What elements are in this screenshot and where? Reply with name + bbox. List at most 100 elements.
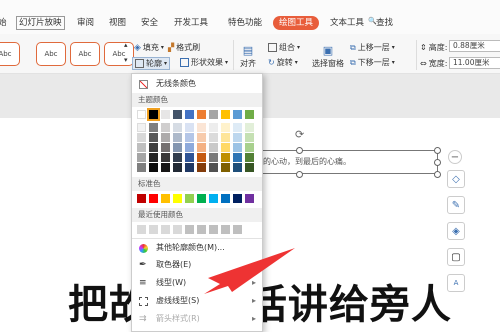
tab-5[interactable]: 开发工具 [174, 16, 208, 30]
theme-color-shade-swatch[interactable] [173, 153, 182, 162]
theme-color-shade-swatch[interactable] [245, 143, 254, 152]
theme-color-shade-swatch[interactable] [173, 143, 182, 152]
resize-handle[interactable] [434, 159, 441, 166]
rotate-button[interactable]: ↻ 旋转 ▾ [268, 57, 298, 68]
theme-color-shade-swatch[interactable] [221, 153, 230, 162]
tab-0[interactable]: 始 [0, 16, 7, 30]
theme-color-shade-swatch[interactable] [245, 133, 254, 142]
recent-color-swatch[interactable] [173, 225, 182, 234]
theme-color-swatch[interactable] [161, 110, 170, 119]
standard-color-swatch[interactable] [197, 194, 206, 203]
width-input[interactable]: 11.00厘米 [449, 57, 500, 69]
theme-color-shade-swatch[interactable] [197, 153, 206, 162]
recent-color-swatch[interactable] [185, 225, 194, 234]
shape-effect-button[interactable]: 形状效果 ▾ [180, 57, 228, 68]
theme-color-shade-swatch[interactable] [185, 153, 194, 162]
theme-color-shade-swatch[interactable] [221, 123, 230, 132]
shape-style-preset[interactable]: Abc [104, 42, 134, 66]
theme-color-shade-swatch[interactable] [137, 153, 146, 162]
theme-color-shade-swatch[interactable] [209, 163, 218, 172]
theme-color-shade-swatch[interactable] [137, 133, 146, 142]
shape-style-preset[interactable]: Abc [70, 42, 100, 66]
theme-color-swatch[interactable] [173, 110, 182, 119]
theme-color-swatch[interactable] [233, 110, 242, 119]
shape-style-preset[interactable]: Abc [0, 42, 20, 66]
theme-color-shade-swatch[interactable] [185, 133, 194, 142]
pen-icon[interactable]: ✎ [447, 196, 465, 214]
theme-color-shade-swatch[interactable] [185, 163, 194, 172]
theme-color-shade-swatch[interactable] [137, 163, 146, 172]
resize-handle[interactable] [434, 171, 441, 178]
bring-forward-button[interactable]: ⧉ 上移一层 ▾ [350, 42, 395, 53]
frame-icon[interactable]: ▢ [447, 248, 465, 266]
theme-color-shade-swatch[interactable] [233, 133, 242, 142]
fill-button[interactable]: ◈ 填充 ▾ [134, 42, 164, 53]
theme-color-shade-swatch[interactable] [161, 133, 170, 142]
theme-color-shade-swatch[interactable] [185, 143, 194, 152]
standard-color-swatch[interactable] [173, 194, 182, 203]
standard-color-swatch[interactable] [209, 194, 218, 203]
theme-color-shade-swatch[interactable] [221, 143, 230, 152]
theme-color-swatch[interactable] [221, 110, 230, 119]
resize-handle[interactable] [296, 147, 303, 154]
theme-color-shade-swatch[interactable] [149, 163, 158, 172]
rotate-handle-icon[interactable]: ⟳ [295, 128, 304, 141]
send-backward-button[interactable]: ⧉ 下移一层 ▾ [350, 57, 395, 68]
standard-color-swatch[interactable] [221, 194, 230, 203]
theme-color-shade-swatch[interactable] [161, 163, 170, 172]
theme-color-shade-swatch[interactable] [137, 143, 146, 152]
resize-handle[interactable] [434, 147, 441, 154]
format-painter-button[interactable]: ▞ 格式刷 [168, 42, 200, 53]
recent-color-swatch[interactable] [161, 225, 170, 234]
theme-color-shade-swatch[interactable] [137, 123, 146, 132]
search-icon[interactable]: 🔍 [368, 17, 377, 25]
theme-color-shade-swatch[interactable] [245, 153, 254, 162]
no-line-color-item[interactable]: 无线条颜色 [132, 76, 262, 92]
styles-scroll-up-icon[interactable]: ▴ [124, 41, 128, 49]
standard-color-swatch[interactable] [185, 194, 194, 203]
shape-style-preset[interactable]: Abc [36, 42, 66, 66]
tab-3[interactable]: 视图 [109, 16, 126, 30]
align-button[interactable]: ▤ 对齐 [240, 44, 256, 69]
theme-color-shade-swatch[interactable] [245, 123, 254, 132]
theme-color-shade-swatch[interactable] [185, 123, 194, 132]
standard-color-swatch[interactable] [137, 194, 146, 203]
recent-color-swatch[interactable] [233, 225, 242, 234]
theme-color-shade-swatch[interactable] [149, 143, 158, 152]
standard-color-swatch[interactable] [233, 194, 242, 203]
theme-color-shade-swatch[interactable] [197, 143, 206, 152]
theme-color-shade-swatch[interactable] [149, 123, 158, 132]
theme-color-shade-swatch[interactable] [209, 143, 218, 152]
layers-icon[interactable]: ◇ [447, 170, 465, 188]
theme-color-shade-swatch[interactable] [149, 153, 158, 162]
theme-color-swatch[interactable] [245, 110, 254, 119]
theme-color-shade-swatch[interactable] [197, 123, 206, 132]
theme-color-swatch[interactable] [147, 108, 160, 121]
theme-color-shade-swatch[interactable] [233, 123, 242, 132]
theme-color-shade-swatch[interactable] [197, 163, 206, 172]
recent-color-swatch[interactable] [209, 225, 218, 234]
tab-2[interactable]: 审阅 [77, 16, 94, 30]
theme-color-shade-swatch[interactable] [209, 123, 218, 132]
tab-9[interactable]: 查找 [376, 16, 393, 30]
fill-icon[interactable]: ◈ [447, 222, 465, 240]
standard-color-swatch[interactable] [245, 194, 254, 203]
outline-button[interactable]: 轮廓 ▾ [132, 57, 171, 70]
selection-pane-button[interactable]: ▣ 选择窗格 [312, 44, 344, 69]
tab-7[interactable]: 绘图工具 [273, 16, 320, 30]
standard-color-swatch[interactable] [149, 194, 158, 203]
styles-scroll-down-icon[interactable]: ▾ [124, 56, 128, 64]
collapse-minus-icon[interactable]: − [448, 150, 462, 164]
recent-color-swatch[interactable] [197, 225, 206, 234]
tab-1[interactable]: 幻灯片放映 [16, 16, 65, 30]
theme-color-shade-swatch[interactable] [221, 163, 230, 172]
theme-color-swatch[interactable] [197, 110, 206, 119]
recent-color-swatch[interactable] [137, 225, 146, 234]
theme-color-shade-swatch[interactable] [233, 153, 242, 162]
theme-color-shade-swatch[interactable] [221, 133, 230, 142]
height-input[interactable]: 0.88厘米 [449, 40, 500, 52]
theme-color-shade-swatch[interactable] [233, 163, 242, 172]
theme-color-swatch[interactable] [137, 110, 146, 119]
recent-color-swatch[interactable] [221, 225, 230, 234]
theme-color-shade-swatch[interactable] [161, 153, 170, 162]
